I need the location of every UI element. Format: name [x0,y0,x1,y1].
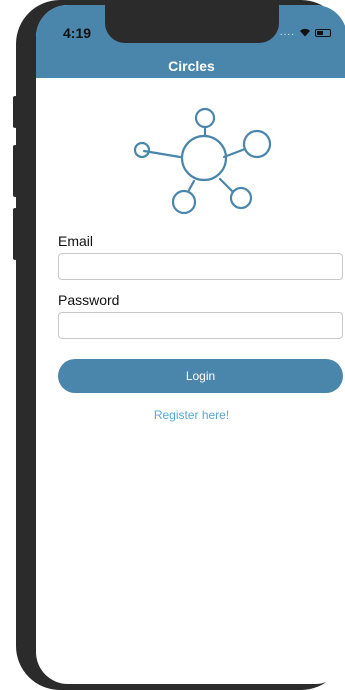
status-icons: .... [280,27,331,38]
status-time: 4:19 [63,25,92,41]
register-link[interactable]: Register here! [36,408,345,422]
side-button-mute [13,96,17,128]
signal-dots: .... [279,27,295,38]
wifi-icon [300,28,310,37]
network-circles-icon [133,107,272,215]
password-field[interactable] [58,312,343,339]
device-notch [105,5,279,43]
nav-bar: 4:19 .... Circles [36,5,345,78]
battery-icon [315,28,331,37]
page-title: Circles [168,58,215,74]
app-screen: 4:19 .... Circles Email Password Login R… [36,5,345,684]
side-button-volume-up [13,145,17,197]
password-label: Password [58,292,120,308]
email-label: Email [58,233,94,249]
side-button-volume-down [13,208,17,260]
login-button[interactable]: Login [58,359,343,393]
email-field[interactable] [58,253,343,280]
phone-frame: 4:19 .... Circles Email Password Login R… [13,0,345,690]
